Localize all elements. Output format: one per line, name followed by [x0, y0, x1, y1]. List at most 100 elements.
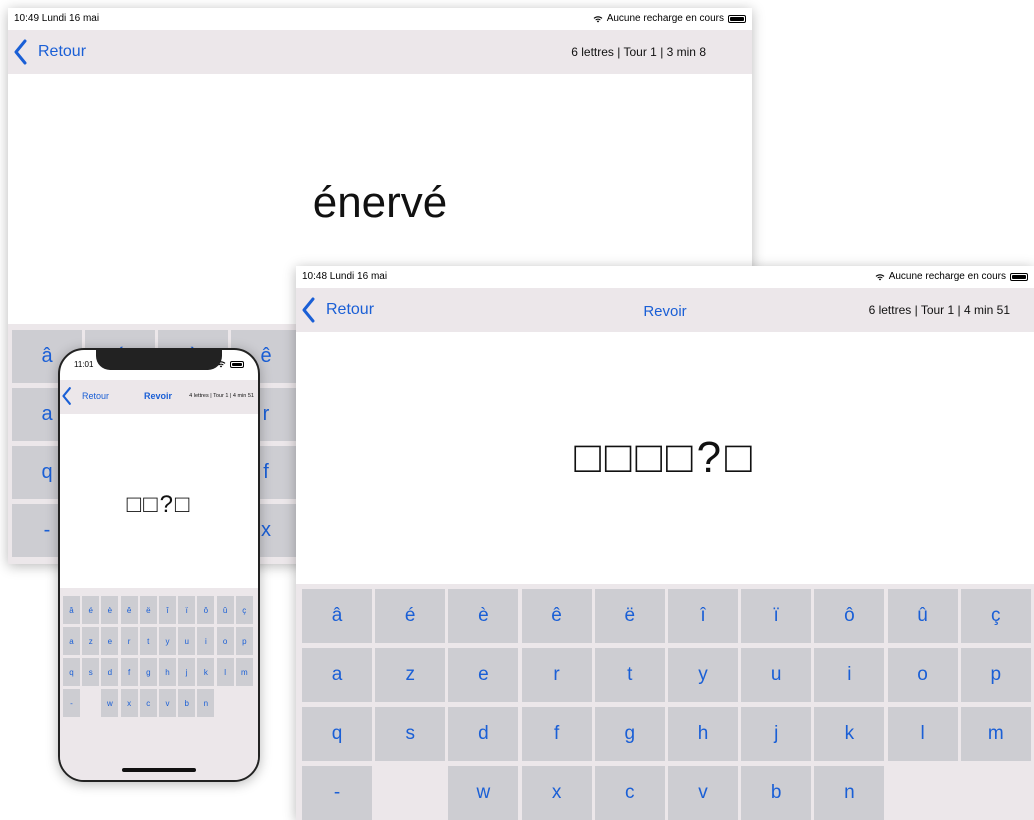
- key-u[interactable]: u: [741, 648, 812, 702]
- home-indicator: [122, 768, 196, 772]
- key-p[interactable]: p: [235, 627, 253, 655]
- key-q[interactable]: q: [302, 707, 372, 761]
- key-û[interactable]: û: [887, 589, 958, 643]
- key-è[interactable]: è: [101, 596, 119, 624]
- navigation-bar: Retour 6 lettres | Tour 1 | 3 min 8: [8, 30, 752, 74]
- status-time: 10:48 Lundi 16 mai: [302, 271, 388, 282]
- key-ï[interactable]: ï: [741, 589, 812, 643]
- key-o[interactable]: o: [887, 648, 958, 702]
- key-è[interactable]: è: [448, 589, 519, 643]
- key-e[interactable]: e: [448, 648, 519, 702]
- key-v[interactable]: v: [668, 766, 738, 820]
- key-ô[interactable]: ô: [197, 596, 215, 624]
- key-j[interactable]: j: [741, 707, 812, 761]
- battery-icon: [230, 360, 244, 368]
- key-hyphen[interactable]: -: [302, 766, 372, 820]
- wifi-icon: [593, 15, 603, 22]
- back-label: Retour: [82, 391, 110, 401]
- key-g[interactable]: g: [594, 707, 665, 761]
- key-n[interactable]: n: [197, 689, 215, 717]
- letter-keyboard: âéèêëîïôûç azertyuiop qsdfghjklm - wxcvbn: [296, 584, 1034, 820]
- key-r[interactable]: r: [521, 648, 592, 702]
- key-d[interactable]: d: [101, 658, 119, 686]
- iphone-screen: 11:01 Retour Revoir 4 lettres | Tour 1 |…: [58, 348, 260, 782]
- key-w[interactable]: w: [448, 766, 519, 820]
- key-z[interactable]: z: [82, 627, 100, 655]
- navigation-bar: Retour Revoir 6 lettres | Tour 1 | 4 min…: [296, 288, 1034, 332]
- battery-icon: [728, 14, 746, 23]
- key-p[interactable]: p: [960, 648, 1031, 702]
- battery-icon: [1010, 272, 1028, 281]
- key-é[interactable]: é: [82, 596, 100, 624]
- key-b[interactable]: b: [741, 766, 812, 820]
- key-x[interactable]: x: [521, 766, 592, 820]
- key-x[interactable]: x: [120, 689, 138, 717]
- key-ç[interactable]: ç: [960, 589, 1031, 643]
- key-c[interactable]: c: [594, 766, 665, 820]
- ipad-screen-front: 10:48 Lundi 16 mai Aucune recharge en co…: [296, 266, 1034, 820]
- charging-status: Aucune recharge en cours: [888, 271, 1006, 282]
- status-bar: 10:49 Lundi 16 mai Aucune recharge en co…: [8, 8, 752, 30]
- key-ê[interactable]: ê: [120, 596, 138, 624]
- key-i[interactable]: i: [814, 648, 885, 702]
- key-ô[interactable]: ô: [814, 589, 885, 643]
- key-l[interactable]: l: [216, 658, 234, 686]
- key-q[interactable]: q: [63, 658, 80, 686]
- status-time: 10:49 Lundi 16 mai: [14, 13, 100, 24]
- key-â[interactable]: â: [63, 596, 80, 624]
- key-ç[interactable]: ç: [235, 596, 253, 624]
- key-r[interactable]: r: [120, 627, 138, 655]
- key-a[interactable]: a: [302, 648, 372, 702]
- navigation-bar: Retour Revoir 4 lettres | Tour 1 | 4 min…: [60, 380, 258, 414]
- key-f[interactable]: f: [521, 707, 592, 761]
- key-î[interactable]: î: [159, 596, 176, 624]
- key-b[interactable]: b: [178, 689, 196, 717]
- key-h[interactable]: h: [668, 707, 738, 761]
- key-j[interactable]: j: [178, 658, 196, 686]
- back-button[interactable]: Retour: [62, 386, 109, 406]
- key-e[interactable]: e: [101, 627, 119, 655]
- key-t[interactable]: t: [594, 648, 665, 702]
- key-î[interactable]: î: [668, 589, 738, 643]
- key-k[interactable]: k: [197, 658, 215, 686]
- key-m[interactable]: m: [235, 658, 253, 686]
- key-k[interactable]: k: [814, 707, 885, 761]
- key-i[interactable]: i: [197, 627, 215, 655]
- key-z[interactable]: z: [375, 648, 446, 702]
- key-g[interactable]: g: [139, 658, 157, 686]
- key-é[interactable]: é: [375, 589, 446, 643]
- key-h[interactable]: h: [159, 658, 176, 686]
- key-d[interactable]: d: [448, 707, 519, 761]
- key-a[interactable]: a: [63, 627, 80, 655]
- key-f[interactable]: f: [120, 658, 138, 686]
- masked-word: □□□□?□: [574, 433, 756, 482]
- game-info: 4 lettres | Tour 1 | 4 min 51: [189, 393, 254, 399]
- key-o[interactable]: o: [216, 627, 234, 655]
- key-c[interactable]: c: [139, 689, 157, 717]
- key-y[interactable]: y: [159, 627, 176, 655]
- key-t[interactable]: t: [139, 627, 157, 655]
- key-û[interactable]: û: [216, 596, 234, 624]
- back-button[interactable]: Retour: [14, 39, 86, 65]
- key-y[interactable]: y: [668, 648, 738, 702]
- key-ê[interactable]: ê: [521, 589, 592, 643]
- key-u[interactable]: u: [178, 627, 196, 655]
- key-hyphen[interactable]: -: [63, 689, 80, 717]
- wifi-icon: [875, 273, 885, 280]
- status-time: 11:01: [74, 360, 94, 369]
- revoir-button[interactable]: Revoir: [144, 391, 172, 401]
- key-â[interactable]: â: [302, 589, 372, 643]
- key-ë[interactable]: ë: [594, 589, 665, 643]
- key-s[interactable]: s: [82, 658, 100, 686]
- key-v[interactable]: v: [159, 689, 176, 717]
- key-ï[interactable]: ï: [178, 596, 196, 624]
- key-s[interactable]: s: [375, 707, 446, 761]
- key-ë[interactable]: ë: [139, 596, 157, 624]
- notch: [96, 350, 222, 370]
- key-w[interactable]: w: [101, 689, 119, 717]
- key-n[interactable]: n: [814, 766, 885, 820]
- letter-keyboard: âéèêëîïôûç azertyuiop qsdfghjklm -wxcvbn: [60, 588, 258, 780]
- key-m[interactable]: m: [960, 707, 1031, 761]
- key-l[interactable]: l: [887, 707, 958, 761]
- chevron-left-icon: [14, 39, 27, 65]
